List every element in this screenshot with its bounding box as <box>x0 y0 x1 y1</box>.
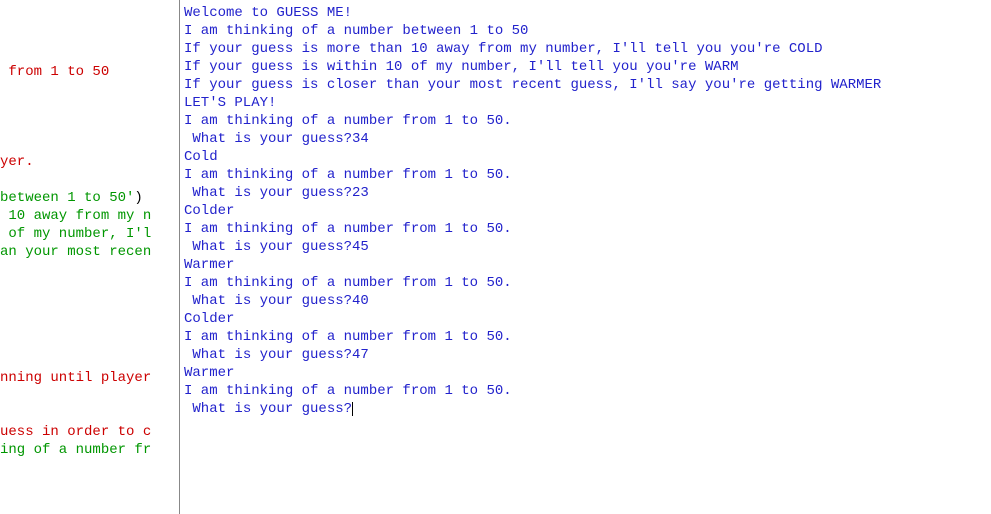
code-segment: from 1 to 50 <box>0 64 109 80</box>
console-line: What is your guess?47 <box>184 346 991 364</box>
code-line: yer. <box>0 153 179 171</box>
console-line: Warmer <box>184 364 991 382</box>
code-line: ing of a number fr <box>0 441 179 459</box>
console-line: I am thinking of a number between 1 to 5… <box>184 22 991 40</box>
code-line <box>0 99 179 117</box>
code-line <box>0 387 179 405</box>
code-segment: of my number, I'l <box>0 226 151 242</box>
code-line <box>0 171 179 189</box>
code-line: of my number, I'l <box>0 225 179 243</box>
console-line: I am thinking of a number from 1 to 50. <box>184 112 991 130</box>
console-line: What is your guess?40 <box>184 292 991 310</box>
console-line: If your guess is more than 10 away from … <box>184 40 991 58</box>
console-line: LET'S PLAY! <box>184 94 991 112</box>
code-line <box>0 333 179 351</box>
console-line: What is your guess?45 <box>184 238 991 256</box>
code-segment: uess in order to c <box>0 424 151 440</box>
console-line: Colder <box>184 310 991 328</box>
console-prompt-line[interactable]: What is your guess? <box>184 400 991 418</box>
code-line: between 1 to 50') <box>0 189 179 207</box>
console-line: What is your guess?23 <box>184 184 991 202</box>
console-line: I am thinking of a number from 1 to 50. <box>184 328 991 346</box>
code-line <box>0 135 179 153</box>
console-line: I am thinking of a number from 1 to 50. <box>184 220 991 238</box>
code-line <box>0 261 179 279</box>
code-line <box>0 81 179 99</box>
code-line: an your most recen <box>0 243 179 261</box>
code-segment: nning until player <box>0 370 151 386</box>
code-segment: ) <box>134 190 142 206</box>
code-editor-pane[interactable]: from 1 to 50 yer. between 1 to 50') 10 a… <box>0 0 179 514</box>
code-segment: between 1 to 50' <box>0 190 134 206</box>
code-segment: 10 away from my n <box>0 208 151 224</box>
console-line: What is your guess?34 <box>184 130 991 148</box>
code-line <box>0 279 179 297</box>
code-line <box>0 405 179 423</box>
code-line: nning until player <box>0 369 179 387</box>
code-line <box>0 117 179 135</box>
console-line: Cold <box>184 148 991 166</box>
console-line: Warmer <box>184 256 991 274</box>
console-line: If your guess is closer than your most r… <box>184 76 991 94</box>
code-line <box>0 351 179 369</box>
code-line <box>0 315 179 333</box>
console-line: I am thinking of a number from 1 to 50. <box>184 274 991 292</box>
code-line <box>0 297 179 315</box>
code-line: 10 away from my n <box>0 207 179 225</box>
console-line: Colder <box>184 202 991 220</box>
code-segment: an your most recen <box>0 244 151 260</box>
code-line: from 1 to 50 <box>0 63 179 81</box>
console-prompt-text: What is your guess? <box>184 401 352 417</box>
console-line: Welcome to GUESS ME! <box>184 4 991 22</box>
code-line: uess in order to c <box>0 423 179 441</box>
code-segment: ing of a number fr <box>0 442 151 458</box>
console-line: I am thinking of a number from 1 to 50. <box>184 166 991 184</box>
console-line: I am thinking of a number from 1 to 50. <box>184 382 991 400</box>
console-line: If your guess is within 10 of my number,… <box>184 58 991 76</box>
code-segment: yer. <box>0 154 34 170</box>
text-cursor <box>352 402 353 416</box>
console-output-pane[interactable]: Welcome to GUESS ME!I am thinking of a n… <box>180 0 991 514</box>
